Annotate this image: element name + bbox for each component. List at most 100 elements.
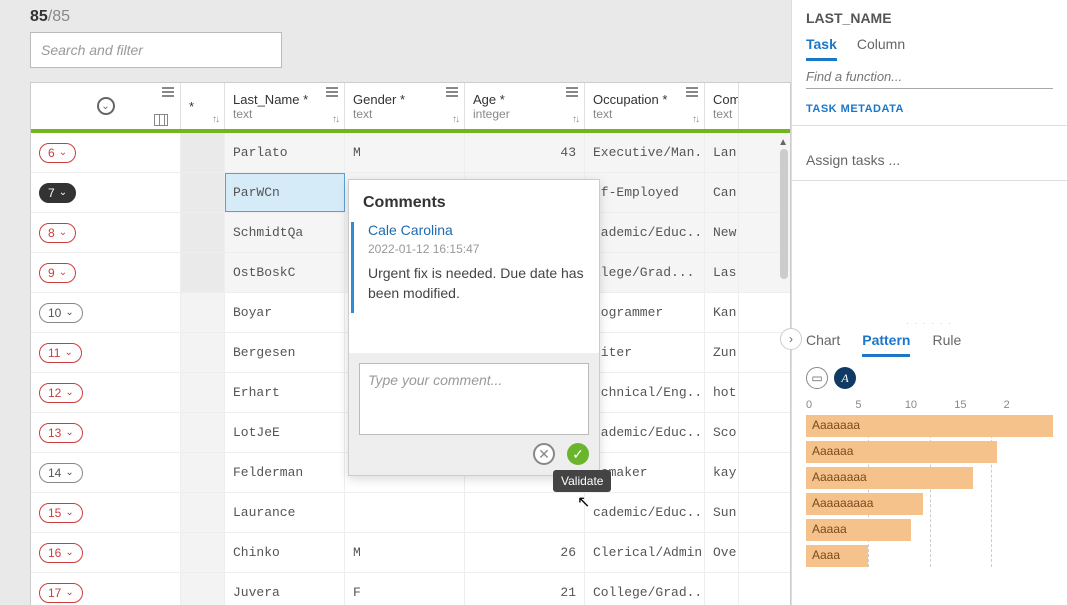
row-gender-cell[interactable]: F xyxy=(345,573,465,605)
chevron-down-icon[interactable]: ⌄ xyxy=(97,97,115,115)
row-occupation-cell[interactable]: College/Grad... xyxy=(585,573,705,605)
row-occupation-cell[interactable]: riter xyxy=(585,333,705,372)
row-flag-cell[interactable] xyxy=(181,293,225,332)
menu-icon[interactable] xyxy=(446,87,458,97)
row-index-cell[interactable]: 11 ⌄ xyxy=(31,333,181,372)
col-last-name[interactable]: Last_Name * text ↑↓ xyxy=(225,83,345,129)
pattern-bar[interactable]: Aaaaaaaaa xyxy=(806,493,1053,515)
row-index-pill[interactable]: 7 ⌄ xyxy=(39,183,76,203)
row-index-cell[interactable]: 7 ⌄ xyxy=(31,173,181,212)
pattern-bar[interactable]: Aaaaa xyxy=(806,519,1053,541)
tab-column[interactable]: Column xyxy=(857,36,905,61)
row-index-pill[interactable]: 12 ⌄ xyxy=(39,383,83,403)
row-gender-cell[interactable]: M xyxy=(345,533,465,572)
row-gender-cell[interactable] xyxy=(345,493,465,532)
row-index-cell[interactable]: 17 ⌄ xyxy=(31,573,181,605)
row-comp-cell[interactable]: kay xyxy=(705,453,739,492)
tab-task[interactable]: Task xyxy=(806,36,837,61)
row-flag-cell[interactable] xyxy=(181,533,225,572)
row-index-pill[interactable]: 16 ⌄ xyxy=(39,543,83,563)
row-flag-cell[interactable] xyxy=(181,373,225,412)
row-comp-cell[interactable]: Ove xyxy=(705,533,739,572)
row-comp-cell[interactable]: Kan xyxy=(705,293,739,332)
row-occupation-cell[interactable]: echnical/Eng... xyxy=(585,373,705,412)
row-index-cell[interactable]: 10 ⌄ xyxy=(31,293,181,332)
row-index-cell[interactable]: 6 ⌄ xyxy=(31,133,181,172)
sort-icon[interactable]: ↑↓ xyxy=(452,114,458,125)
sort-icon[interactable]: ↑↓ xyxy=(692,114,698,125)
pattern-bar[interactable]: Aaaa xyxy=(806,545,1053,567)
collapse-panel-button[interactable]: › xyxy=(780,328,802,350)
row-occupation-cell[interactable]: rogrammer xyxy=(585,293,705,332)
scroll-up-icon[interactable]: ▲ xyxy=(778,137,788,148)
pattern-mode-case-button[interactable]: A xyxy=(834,367,856,389)
resize-handle[interactable]: . . . . . . xyxy=(792,317,1067,326)
sort-icon[interactable]: ↑↓ xyxy=(332,114,338,125)
row-flag-cell[interactable] xyxy=(181,213,225,252)
scrollbar-thumb[interactable] xyxy=(780,149,788,279)
row-occupation-cell[interactable]: lf-Employed xyxy=(585,173,705,212)
table-row[interactable]: 15 ⌄Laurancecademic/Educ...Sun xyxy=(31,493,790,533)
row-index-cell[interactable]: 16 ⌄ xyxy=(31,533,181,572)
row-occupation-cell[interactable]: cademic/Educ... xyxy=(585,493,705,532)
sort-icon[interactable]: ↑↓ xyxy=(572,114,578,125)
menu-icon[interactable] xyxy=(162,87,174,97)
col-comp[interactable]: Comp text xyxy=(705,83,739,129)
comment-author[interactable]: Cale Carolina xyxy=(368,222,585,238)
row-index-cell[interactable]: 8 ⌄ xyxy=(31,213,181,252)
row-index-pill[interactable]: 10 ⌄ xyxy=(39,303,83,323)
row-last-name-cell[interactable]: Bergesen xyxy=(225,333,345,372)
tab-pattern[interactable]: Pattern xyxy=(862,332,910,357)
col-occupation[interactable]: Occupation * text ↑↓ xyxy=(585,83,705,129)
row-index-pill[interactable]: 8 ⌄ xyxy=(39,223,76,243)
tab-rule[interactable]: Rule xyxy=(932,332,961,357)
row-comp-cell[interactable]: New xyxy=(705,213,739,252)
row-last-name-cell[interactable]: Parlato xyxy=(225,133,345,172)
sort-icon[interactable]: ↑↓ xyxy=(212,114,218,125)
row-index-pill[interactable]: 17 ⌄ xyxy=(39,583,83,603)
menu-icon[interactable] xyxy=(326,87,338,97)
row-gender-cell[interactable]: M xyxy=(345,133,465,172)
row-last-name-cell[interactable]: OstBoskC xyxy=(225,253,345,292)
row-comp-cell[interactable]: Lan xyxy=(705,133,739,172)
row-last-name-cell[interactable]: Felderman xyxy=(225,453,345,492)
find-function-input[interactable] xyxy=(806,61,1053,89)
row-comp-cell[interactable]: Can xyxy=(705,173,739,212)
row-last-name-cell[interactable]: Chinko xyxy=(225,533,345,572)
row-index-cell[interactable]: 15 ⌄ xyxy=(31,493,181,532)
pattern-bar[interactable]: Aaaaaaaa xyxy=(806,467,1053,489)
table-icon[interactable] xyxy=(154,114,168,126)
row-last-name-cell[interactable]: Erhart xyxy=(225,373,345,412)
row-index-cell[interactable]: 12 ⌄ xyxy=(31,373,181,412)
row-occupation-cell[interactable]: Clerical/Admin xyxy=(585,533,705,572)
row-age-cell[interactable]: 43 xyxy=(465,133,585,172)
row-last-name-cell[interactable]: LotJeE xyxy=(225,413,345,452)
row-last-name-cell[interactable]: Laurance xyxy=(225,493,345,532)
col-age[interactable]: Age * integer ↑↓ xyxy=(465,83,585,129)
row-flag-cell[interactable] xyxy=(181,133,225,172)
assign-tasks-button[interactable]: Assign tasks ... xyxy=(792,146,1067,174)
row-index-pill[interactable]: 9 ⌄ xyxy=(39,263,76,283)
row-flag-cell[interactable] xyxy=(181,253,225,292)
row-occupation-cell[interactable]: llege/Grad... xyxy=(585,253,705,292)
row-index-pill[interactable]: 11 ⌄ xyxy=(39,343,82,363)
row-flag-cell[interactable] xyxy=(181,493,225,532)
table-row[interactable]: 17 ⌄JuveraF21College/Grad... xyxy=(31,573,790,605)
row-flag-cell[interactable] xyxy=(181,573,225,605)
table-row[interactable]: 16 ⌄ ChinkoM26Clerical/AdminOve xyxy=(31,533,790,573)
row-flag-cell[interactable] xyxy=(181,453,225,492)
row-occupation-cell[interactable]: cademic/Educ... xyxy=(585,413,705,452)
col-gender[interactable]: Gender * text ↑↓ xyxy=(345,83,465,129)
row-index-pill[interactable]: 15 ⌄ xyxy=(39,503,83,523)
row-last-name-cell[interactable]: Juvera xyxy=(225,573,345,605)
search-input[interactable]: Search and filter xyxy=(30,32,282,68)
pattern-bar[interactable]: Aaaaaa xyxy=(806,441,1053,463)
row-index-pill[interactable]: 6 ⌄ xyxy=(39,143,76,163)
row-index-cell[interactable]: 13 ⌄ xyxy=(31,413,181,452)
row-comp-cell[interactable]: Zun xyxy=(705,333,739,372)
pattern-mode-text-button[interactable]: ▭ xyxy=(806,367,828,389)
row-comp-cell[interactable]: hot xyxy=(705,373,739,412)
row-age-cell[interactable]: 26 xyxy=(465,533,585,572)
row-age-cell[interactable] xyxy=(465,493,585,532)
row-last-name-cell[interactable]: Boyar xyxy=(225,293,345,332)
